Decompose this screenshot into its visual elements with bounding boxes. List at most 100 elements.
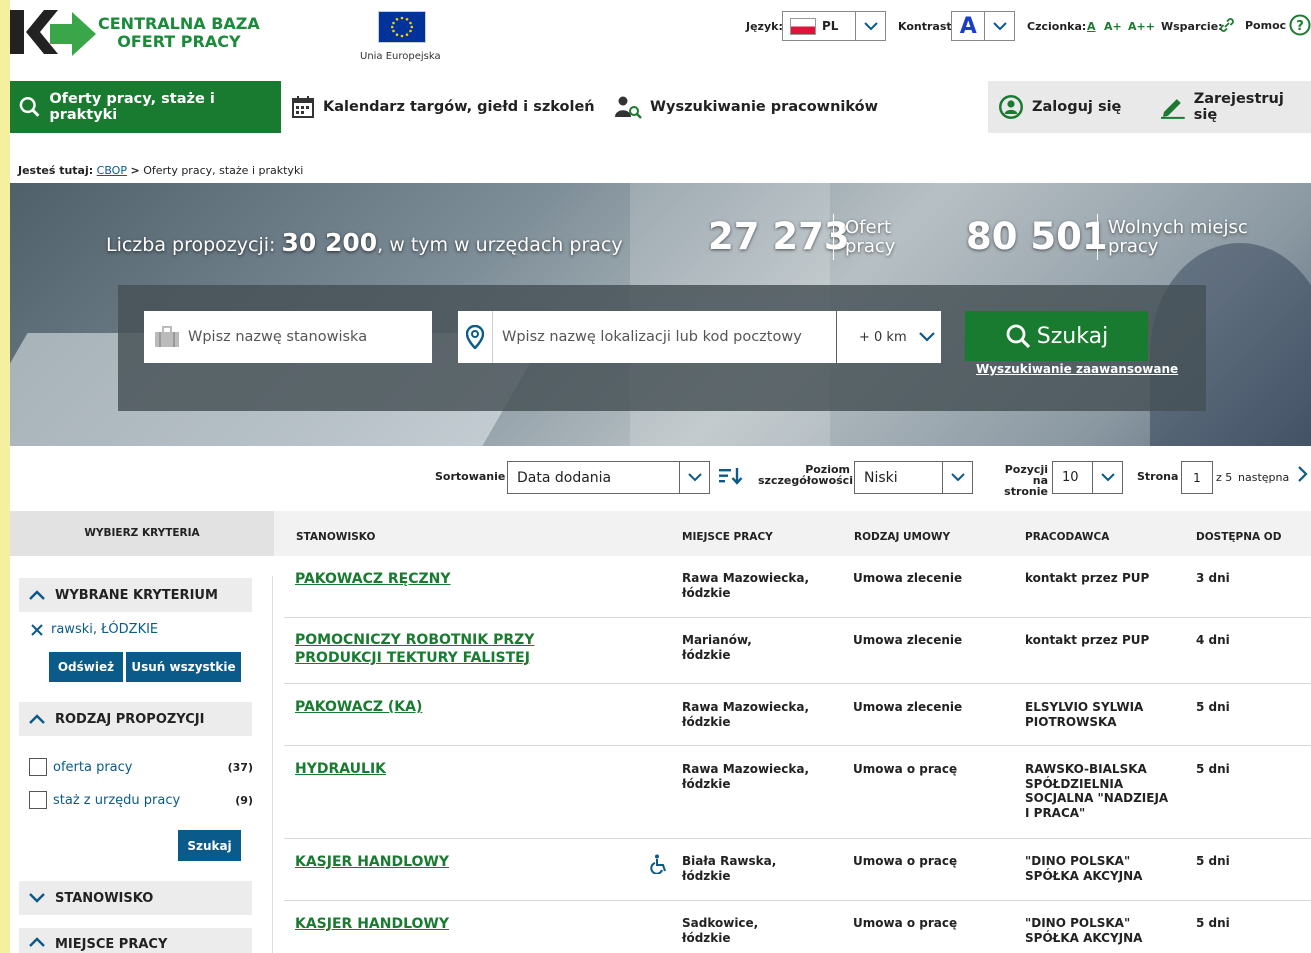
help-icon[interactable]: ? (1289, 14, 1311, 40)
detail-level-select[interactable]: Niski (854, 461, 973, 494)
nav-calendar-label: Kalendarz targów, giełd i szkoleń (323, 99, 595, 115)
chevron-down-icon (679, 462, 709, 493)
link-chain-icon[interactable] (1219, 17, 1235, 37)
nav-calendar[interactable]: Kalendarz targów, giełd i szkoleń (291, 81, 595, 133)
register-label: Zarejestruj się (1193, 91, 1284, 123)
login-link[interactable]: Zaloguj się (998, 81, 1121, 133)
proposals-prefix: Liczba propozycji: (106, 234, 276, 256)
per-page-label-2: na stronie (1004, 474, 1048, 498)
language-select[interactable]: PL (782, 11, 886, 41)
user-circle-icon (999, 95, 1023, 119)
distance-select[interactable]: + 0 km (837, 311, 941, 363)
eu-flag-icon (378, 11, 426, 43)
job-employer: RAWSKO-BIALSKA SPÓŁDZIELNIA SOCJALNA "NA… (1025, 762, 1169, 820)
per-page-select[interactable]: 10 (1052, 461, 1123, 494)
login-label: Zaloguj się (1032, 99, 1122, 115)
next-page-link[interactable]: następna (1238, 471, 1289, 484)
breadcrumb-prefix: Jesteś tutaj: (18, 164, 94, 177)
selected-criteria-toggle[interactable]: WYBRANE KRYTERIUM (19, 578, 252, 612)
chevron-down-icon (29, 893, 45, 903)
person-search-icon (615, 96, 642, 119)
poland-flag-icon (790, 17, 816, 35)
font-xlarge-button[interactable]: A++ (1128, 20, 1155, 33)
sort-direction-icon[interactable] (718, 466, 744, 490)
breadcrumb: Jesteś tutaj: CBOP > Oferty pracy, staże… (18, 164, 303, 177)
filter-option-label: oferta pracy (53, 759, 133, 775)
detail-level-label-2: szczegółowości (758, 474, 853, 487)
filter-option-label: staż z urzędu pracy (53, 792, 181, 808)
eu-label: Unia Europejska (360, 51, 441, 62)
chevron-right-icon[interactable] (1298, 466, 1308, 486)
site-logo-text[interactable]: CENTRALNA BAZA OFERT PRACY (98, 15, 260, 51)
filter-option-count: (37) (227, 760, 253, 774)
location-input[interactable]: Wpisz nazwę lokalizacji lub kod pocztowy (458, 311, 836, 363)
search-button[interactable]: Szukaj (965, 311, 1148, 361)
divider (284, 838, 1311, 839)
job-available: 5 dni (1196, 916, 1230, 930)
help-label[interactable]: Pomoc (1245, 19, 1286, 32)
selected-criteria-title: WYBRANE KRYTERIUM (55, 587, 218, 603)
filter-option-internship[interactable]: staż z urzędu pracy (9) (29, 791, 253, 809)
nav-offers[interactable]: Oferty pracy, staże i praktyki (10, 81, 281, 133)
nav-employees[interactable]: Wyszukiwanie pracowników (614, 81, 878, 133)
breadcrumb-separator: > (130, 164, 140, 177)
proposal-type-toggle[interactable]: RODZAJ PROPOZYCJI (19, 702, 252, 736)
font-normal-button[interactable]: A (1087, 20, 1096, 33)
col-header-employer[interactable]: PRACODAWCA (1025, 531, 1109, 543)
support-label: Wsparcie: (1161, 20, 1223, 33)
sort-select[interactable]: Data dodania (507, 461, 710, 494)
nav-offers-label: Oferty pracy, staże i praktyki (49, 91, 215, 123)
position-input[interactable]: Wpisz nazwę stanowiska (144, 311, 432, 363)
register-link[interactable]: Zarejestruj się (1160, 81, 1311, 133)
filter-option-job-offer[interactable]: oferta pracy (37) (29, 758, 253, 776)
font-large-button[interactable]: A+ (1104, 20, 1122, 33)
cbop-logo-icon[interactable] (10, 4, 100, 60)
vacancies-label: Wolnych miejsc pracy (1108, 218, 1248, 256)
criteria-header: WYBIERZ KRYTERIA (10, 511, 274, 556)
divider (1097, 214, 1098, 260)
divider (284, 683, 1311, 684)
breadcrumb-root-link[interactable]: CBOP (97, 164, 127, 177)
job-title-link[interactable]: PAKOWACZ RĘCZNY (295, 570, 625, 588)
position-input-placeholder: Wpisz nazwę stanowiska (188, 329, 368, 345)
job-contract: Umowa zlecenie (853, 700, 963, 714)
job-title-link[interactable]: PAKOWACZ (KA) (295, 698, 625, 716)
selected-criterion[interactable]: rawski, ŁÓDZKIE (31, 622, 158, 637)
checkbox[interactable] (29, 791, 47, 809)
filter-search-button[interactable]: Szukaj (178, 830, 241, 861)
offers-count: 27 273 (708, 215, 850, 258)
chevron-down-icon (984, 11, 1014, 41)
sort-value: Data dodania (517, 469, 612, 486)
col-header-position[interactable]: STANOWISKO (296, 531, 375, 543)
position-criteria-toggle[interactable]: STANOWISKO (19, 881, 252, 915)
remove-all-button[interactable]: Usuń wszystkie (126, 652, 241, 682)
job-title-link[interactable]: KASJER HANDLOWY (295, 853, 625, 871)
divider (284, 617, 1311, 618)
language-value: PL (822, 19, 839, 33)
wheelchair-accessible-icon (650, 854, 668, 878)
proposal-type-title: RODZAJ PROPOZYCJI (55, 711, 205, 727)
page-input[interactable]: 1 (1181, 461, 1213, 494)
col-header-available[interactable]: DOSTĘPNA OD (1196, 531, 1281, 543)
job-place: Rawa Mazowiecka, łódzkie (682, 571, 810, 600)
job-title-link[interactable]: HYDRAULIK (295, 760, 625, 778)
refresh-button[interactable]: Odśwież (49, 652, 123, 682)
place-criteria-toggle[interactable]: MIEJSCE PRACY (19, 928, 252, 953)
per-page-value: 10 (1062, 470, 1079, 485)
contrast-value: A (959, 13, 977, 39)
job-title-link[interactable]: KASJER HANDLOWY (295, 915, 625, 933)
checkbox[interactable] (29, 758, 47, 776)
nav-employees-label: Wyszukiwanie pracowników (650, 99, 878, 115)
close-icon (31, 623, 43, 636)
advanced-search-link[interactable]: Wyszukiwanie zaawansowane (976, 362, 1178, 376)
proposals-suffix: , w tym w urzędach pracy (377, 234, 623, 256)
job-title-link[interactable]: POMOCNICZY ROBOTNIK PRZY PRODUKCJI TEKTU… (295, 631, 625, 667)
chevron-down-icon (918, 332, 935, 342)
job-contract: Umowa zlecenie (853, 633, 963, 647)
job-employer: "DINO POLSKA" SPÓŁKA AKCYJNA (1025, 854, 1143, 883)
job-employer: kontakt przez PUP (1025, 571, 1150, 585)
col-header-contract[interactable]: RODZAJ UMOWY (854, 531, 950, 543)
col-header-place[interactable]: MIEJSCE PRACY (682, 531, 773, 543)
search-icon (1006, 324, 1030, 349)
contrast-select[interactable]: A (951, 11, 1015, 41)
